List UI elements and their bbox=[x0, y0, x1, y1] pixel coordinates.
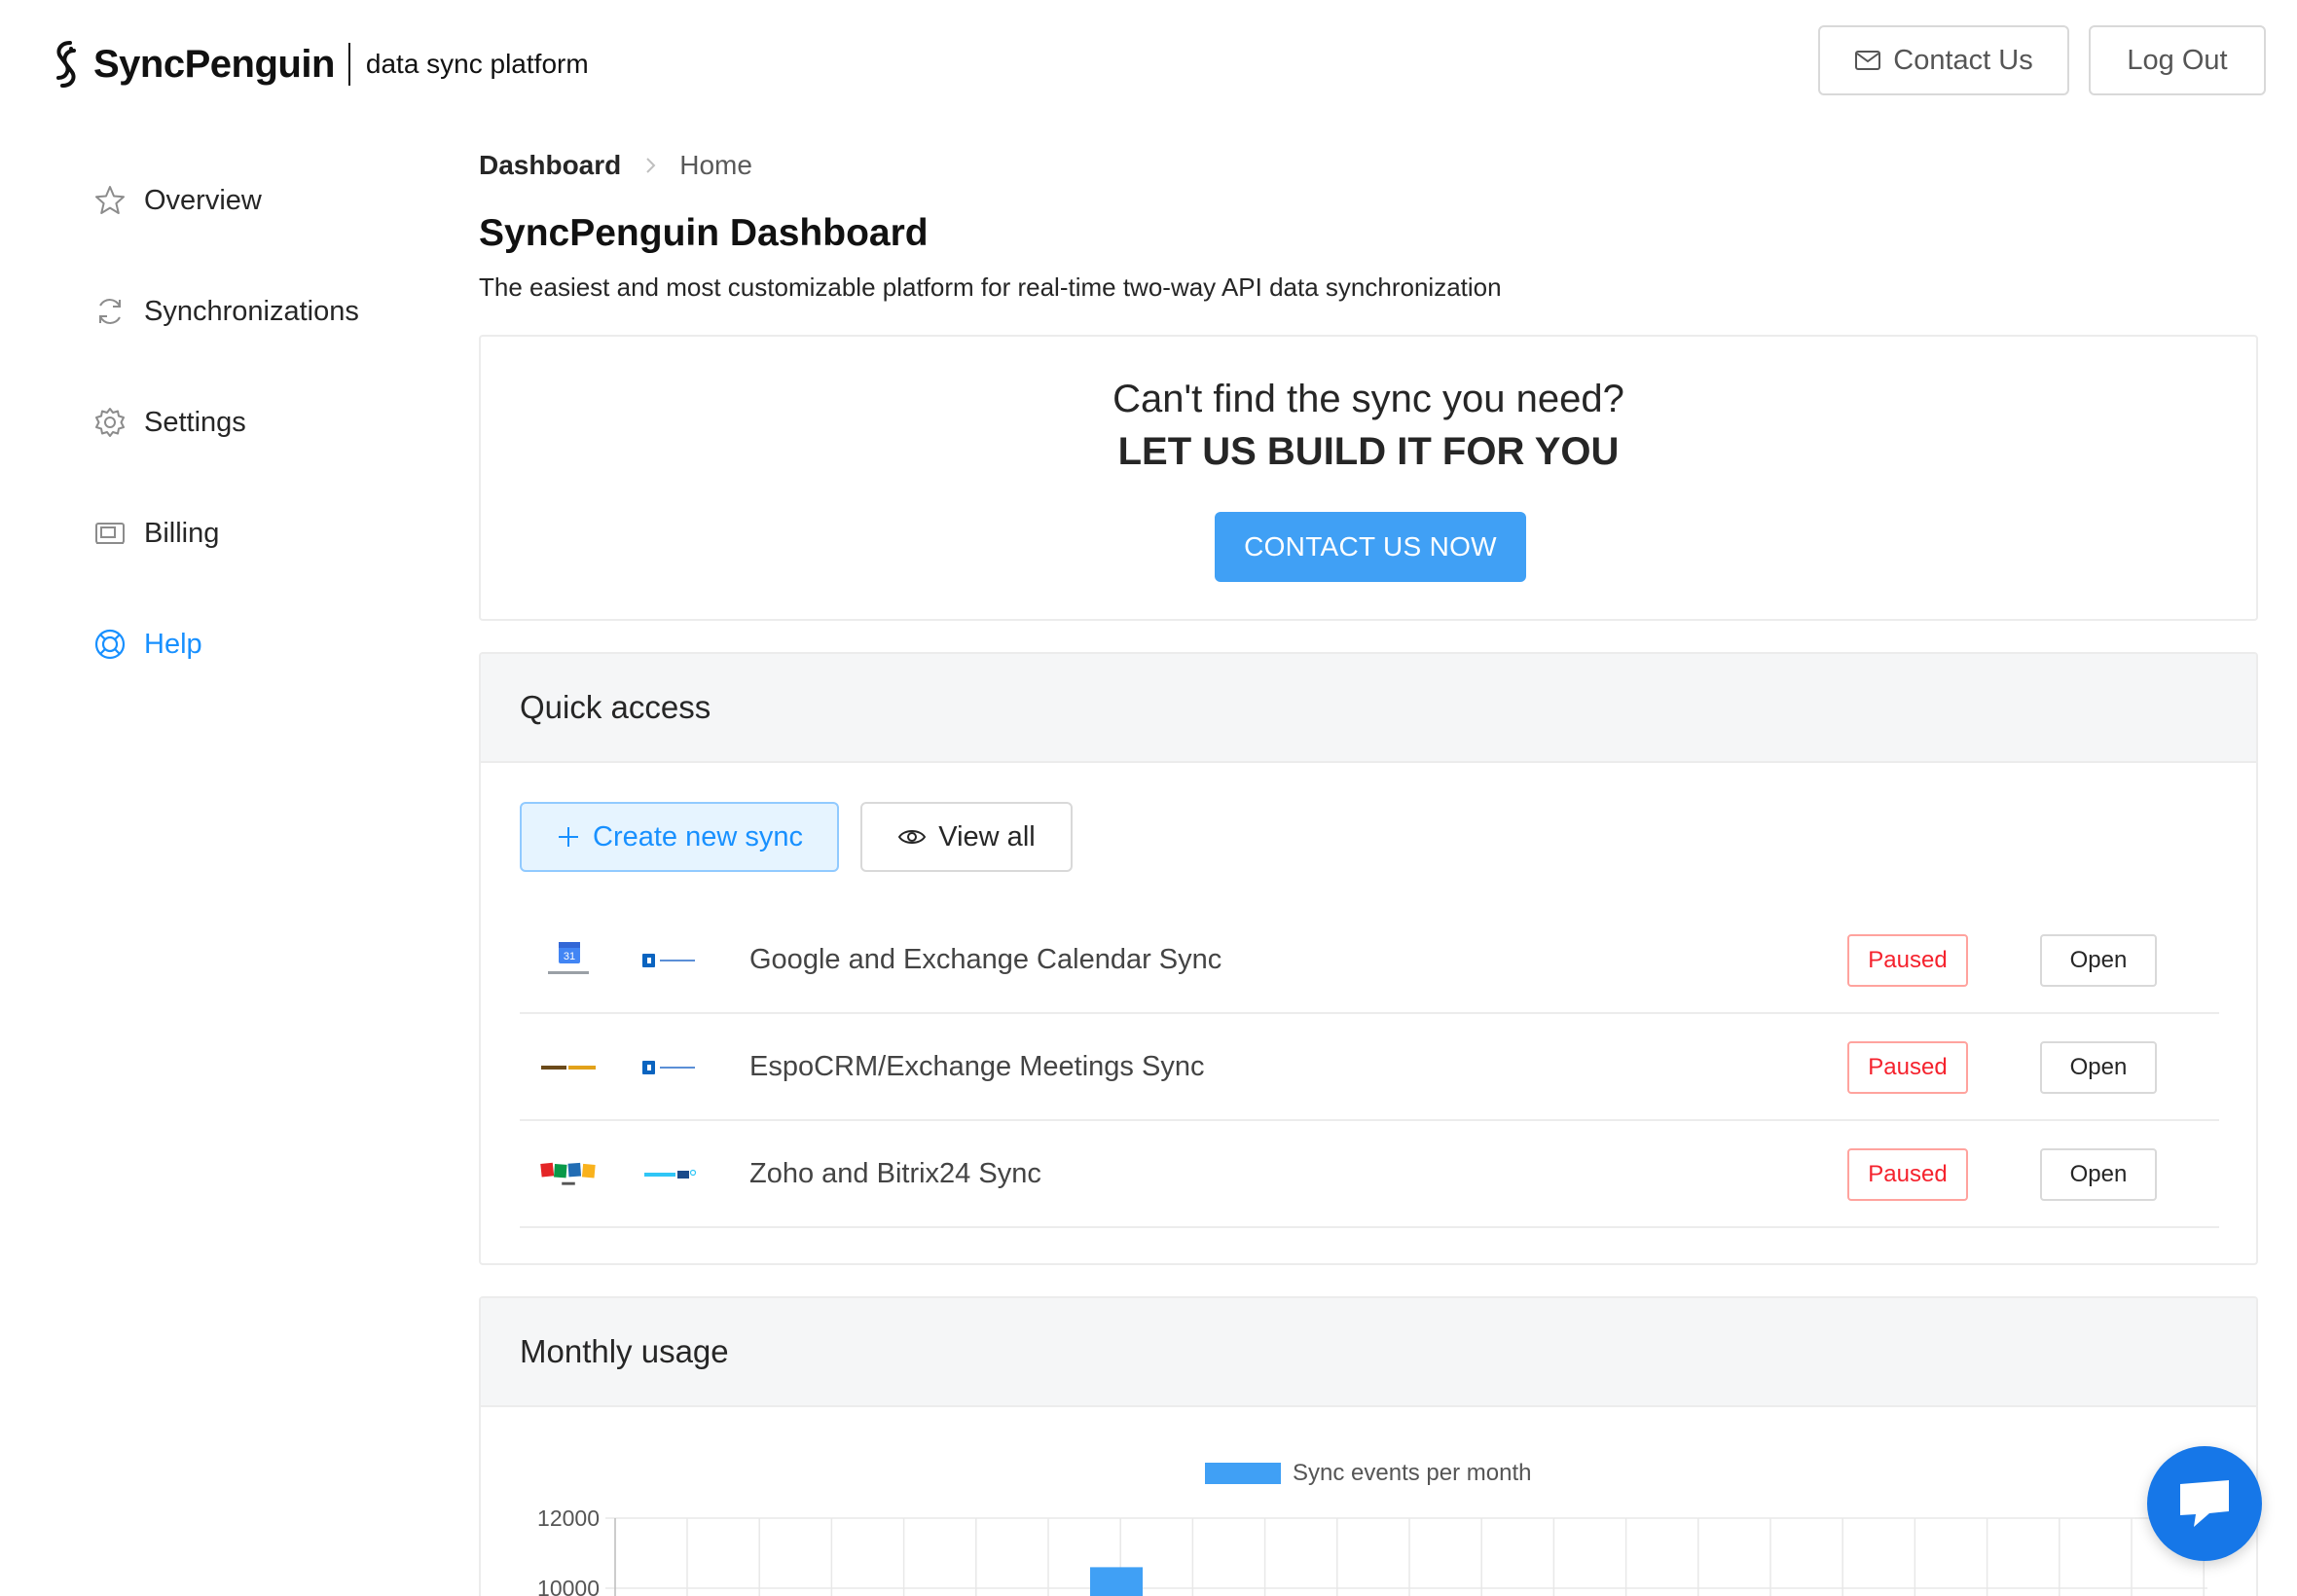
legend-swatch bbox=[1205, 1463, 1281, 1484]
open-sync-button[interactable]: Open bbox=[2040, 934, 2157, 987]
sync-name[interactable]: EspoCRM/Exchange Meetings Sync bbox=[749, 1051, 1204, 1083]
bitrix24-logo-icon bbox=[640, 1148, 699, 1201]
sync-icon bbox=[99, 299, 121, 324]
star-icon bbox=[95, 186, 125, 214]
y-tick-label: 10000 bbox=[537, 1576, 600, 1596]
y-tick-label: 12000 bbox=[537, 1505, 600, 1531]
sync-name[interactable]: Google and Exchange Calendar Sync bbox=[749, 944, 1221, 976]
breadcrumb-current: Home bbox=[679, 150, 752, 180]
page-title: SyncPenguin Dashboard bbox=[479, 212, 929, 254]
monthly-usage-panel: Monthly usage 12000 10000 Sync events per… bbox=[479, 1296, 2258, 1596]
eye-icon bbox=[898, 830, 927, 844]
cta-question: Can't find the sync you need? bbox=[1112, 378, 1624, 420]
top-header: SyncPenguin data sync platform Contact U… bbox=[0, 0, 2297, 127]
sidebar-item-label: Billing bbox=[144, 517, 220, 549]
gear-icon bbox=[95, 408, 125, 437]
monthly-usage-header: Monthly usage bbox=[481, 1298, 2256, 1407]
brand-tagline: data sync platform bbox=[365, 49, 589, 79]
status-badge: Paused bbox=[1847, 1041, 1968, 1094]
sidebar-item-help[interactable]: Help bbox=[93, 615, 202, 673]
sync-name[interactable]: Zoho and Bitrix24 Sync bbox=[749, 1158, 1041, 1190]
zoho-crm-logo-icon bbox=[539, 1148, 598, 1201]
page-subtitle: The easiest and most customizable platfo… bbox=[479, 272, 1502, 302]
exchange-logo-icon bbox=[640, 1041, 699, 1094]
logout-label: Log Out bbox=[2127, 44, 2228, 76]
status-badge: Paused bbox=[1847, 934, 1968, 987]
plus-icon bbox=[559, 827, 578, 847]
google-calendar-logo-icon: 31 bbox=[539, 934, 598, 987]
create-new-sync-label: Create new sync bbox=[593, 820, 803, 852]
custom-sync-cta-card: Can't find the sync you need? LET US BUI… bbox=[479, 335, 2258, 621]
sidebar-item-label: Synchronizations bbox=[144, 295, 359, 327]
svg-text:31: 31 bbox=[564, 951, 575, 962]
logout-button[interactable]: Log Out bbox=[2089, 25, 2266, 95]
view-all-button[interactable]: View all bbox=[860, 802, 1073, 872]
brand-logo[interactable]: SyncPenguin data sync platform bbox=[47, 39, 589, 90]
sync-row-google-exchange[interactable]: 31 Google and Exchange Calendar Sync Pau… bbox=[520, 907, 2219, 1014]
status-badge: Paused bbox=[1847, 1148, 1968, 1201]
sidebar-item-label: Settings bbox=[144, 406, 246, 438]
contact-us-label: Contact Us bbox=[1893, 44, 2033, 76]
espocrm-logo-icon bbox=[539, 1041, 598, 1094]
open-sync-button[interactable]: Open bbox=[2040, 1041, 2157, 1094]
sidebar-item-settings[interactable]: Settings bbox=[93, 393, 246, 452]
view-all-label: View all bbox=[938, 820, 1036, 852]
sync-row-espocrm-exchange[interactable]: EspoCRM/Exchange Meetings Sync Paused Op… bbox=[520, 1014, 2219, 1121]
legend-label: Sync events per month bbox=[1293, 1460, 1532, 1486]
brand-divider bbox=[347, 43, 350, 86]
monthly-usage-title: Monthly usage bbox=[520, 1333, 729, 1369]
chat-widget-button[interactable] bbox=[2147, 1446, 2262, 1561]
billing-icon bbox=[95, 523, 125, 544]
create-new-sync-button[interactable]: Create new sync bbox=[520, 802, 839, 872]
brand-name: SyncPenguin bbox=[93, 42, 335, 86]
chat-icon bbox=[2180, 1480, 2229, 1527]
exchange-logo-icon bbox=[640, 934, 699, 987]
breadcrumb-root[interactable]: Dashboard bbox=[479, 150, 621, 181]
sidebar-item-synchronizations[interactable]: Synchronizations bbox=[93, 282, 359, 341]
usage-chart-svg: 12000 10000 bbox=[537, 1505, 2207, 1596]
chart-bar bbox=[1090, 1567, 1143, 1596]
sidebar-item-billing[interactable]: Billing bbox=[93, 504, 219, 562]
breadcrumb: Dashboard Home bbox=[479, 146, 752, 185]
sidebar-item-overview[interactable]: Overview bbox=[93, 171, 262, 230]
cta-headline: LET US BUILD IT FOR YOU bbox=[1117, 430, 1620, 473]
quick-access-header: Quick access bbox=[481, 654, 2256, 763]
sidebar-item-label: Help bbox=[144, 628, 202, 660]
open-sync-button[interactable]: Open bbox=[2040, 1148, 2157, 1201]
lifebuoy-icon bbox=[94, 629, 126, 660]
quick-access-title: Quick access bbox=[520, 689, 711, 725]
sync-list: 31 Google and Exchange Calendar Sync Pau… bbox=[520, 907, 2219, 1228]
contact-us-button[interactable]: Contact Us bbox=[1818, 25, 2069, 95]
mail-icon bbox=[1855, 51, 1881, 70]
quick-access-panel: Quick access Create new sync View all 31 bbox=[479, 652, 2258, 1265]
sidebar-item-label: Overview bbox=[144, 184, 262, 216]
chevron-right-icon bbox=[646, 158, 656, 173]
chart-legend[interactable]: Sync events per month bbox=[1205, 1460, 1531, 1487]
sync-row-zoho-bitrix24[interactable]: Zoho and Bitrix24 Sync Paused Open bbox=[520, 1121, 2219, 1228]
penguin-logo-icon bbox=[56, 41, 76, 88]
monthly-usage-chart: 12000 10000 Sync events per month bbox=[481, 1407, 2256, 1596]
contact-us-now-button[interactable]: CONTACT US NOW bbox=[1215, 512, 1526, 582]
